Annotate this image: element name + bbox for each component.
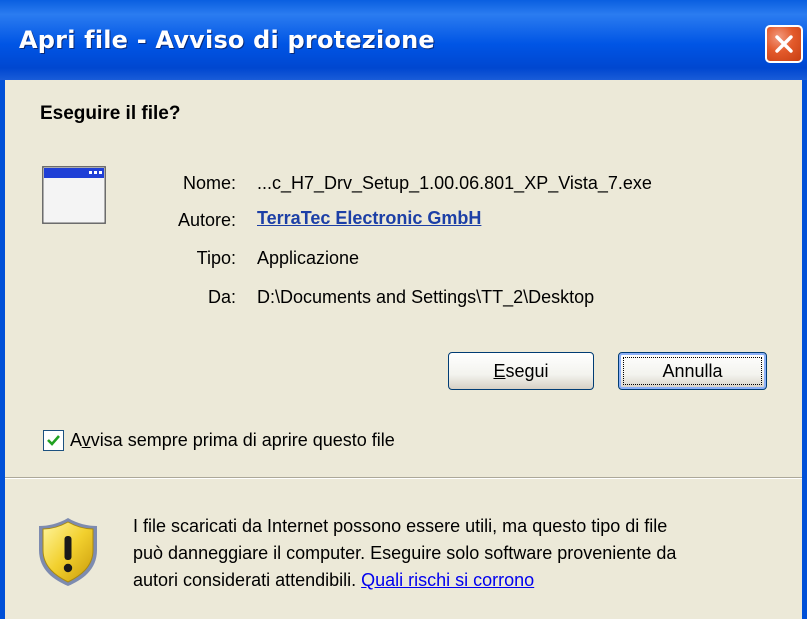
run-button-label: segui: [505, 360, 549, 381]
warning-line: può danneggiare il computer. Eseguire so…: [133, 543, 677, 563]
always-ask-label-rest: visa sempre prima di aprire questo file: [90, 430, 395, 450]
run-button[interactable]: Esegui: [448, 352, 594, 390]
security-shield-warning-icon: [39, 518, 97, 586]
risks-help-link[interactable]: Quali rischi si corrono: [361, 570, 534, 590]
file-name-value: ...c_H7_Drv_Setup_1.00.06.801_XP_Vista_7…: [257, 173, 652, 193]
file-location-value: D:\Documents and Settings\TT_2\Desktop: [257, 287, 595, 307]
name-label: Nome:: [182, 173, 236, 193]
cancel-button[interactable]: Annulla: [618, 352, 767, 390]
always-ask-checkbox[interactable]: [43, 430, 64, 451]
file-type-value: Applicazione: [257, 248, 360, 268]
run-accelerator: E: [493, 360, 506, 381]
from-label: Da:: [207, 287, 236, 307]
window-title: Apri file - Avviso di protezione: [19, 26, 435, 54]
publisher-link[interactable]: TerraTec Electronic GmbH: [257, 208, 481, 229]
dialog-body: [5, 80, 802, 477]
checkmark-icon: [47, 435, 60, 446]
application-window-icon: [42, 166, 106, 224]
author-label: Autore:: [177, 210, 236, 230]
warning-line-text: autori considerati attendibili.: [133, 570, 362, 590]
dialog-heading: Eseguire il file?: [40, 103, 181, 124]
warning-line: autori considerati attendibili. Quali ri…: [133, 567, 793, 594]
security-warning-dialog: Apri file - Avviso di protezione Eseguir…: [0, 0, 807, 619]
always-ask-label[interactable]: Avvisa sempre prima di aprire questo fil…: [70, 430, 395, 451]
always-ask-accelerator: v: [81, 430, 91, 450]
focus-rectangle: [623, 357, 762, 385]
warning-line: I file scaricati da Internet possono ess…: [133, 516, 668, 536]
window-frame-right: [802, 80, 807, 619]
title-bar[interactable]: Apri file - Avviso di protezione: [0, 0, 807, 80]
close-icon: [775, 35, 793, 53]
always-ask-label-start: A: [70, 430, 82, 450]
close-button[interactable]: [765, 25, 803, 63]
warning-message: I file scaricati da Internet possono ess…: [133, 513, 793, 594]
type-label: Tipo:: [196, 248, 236, 268]
